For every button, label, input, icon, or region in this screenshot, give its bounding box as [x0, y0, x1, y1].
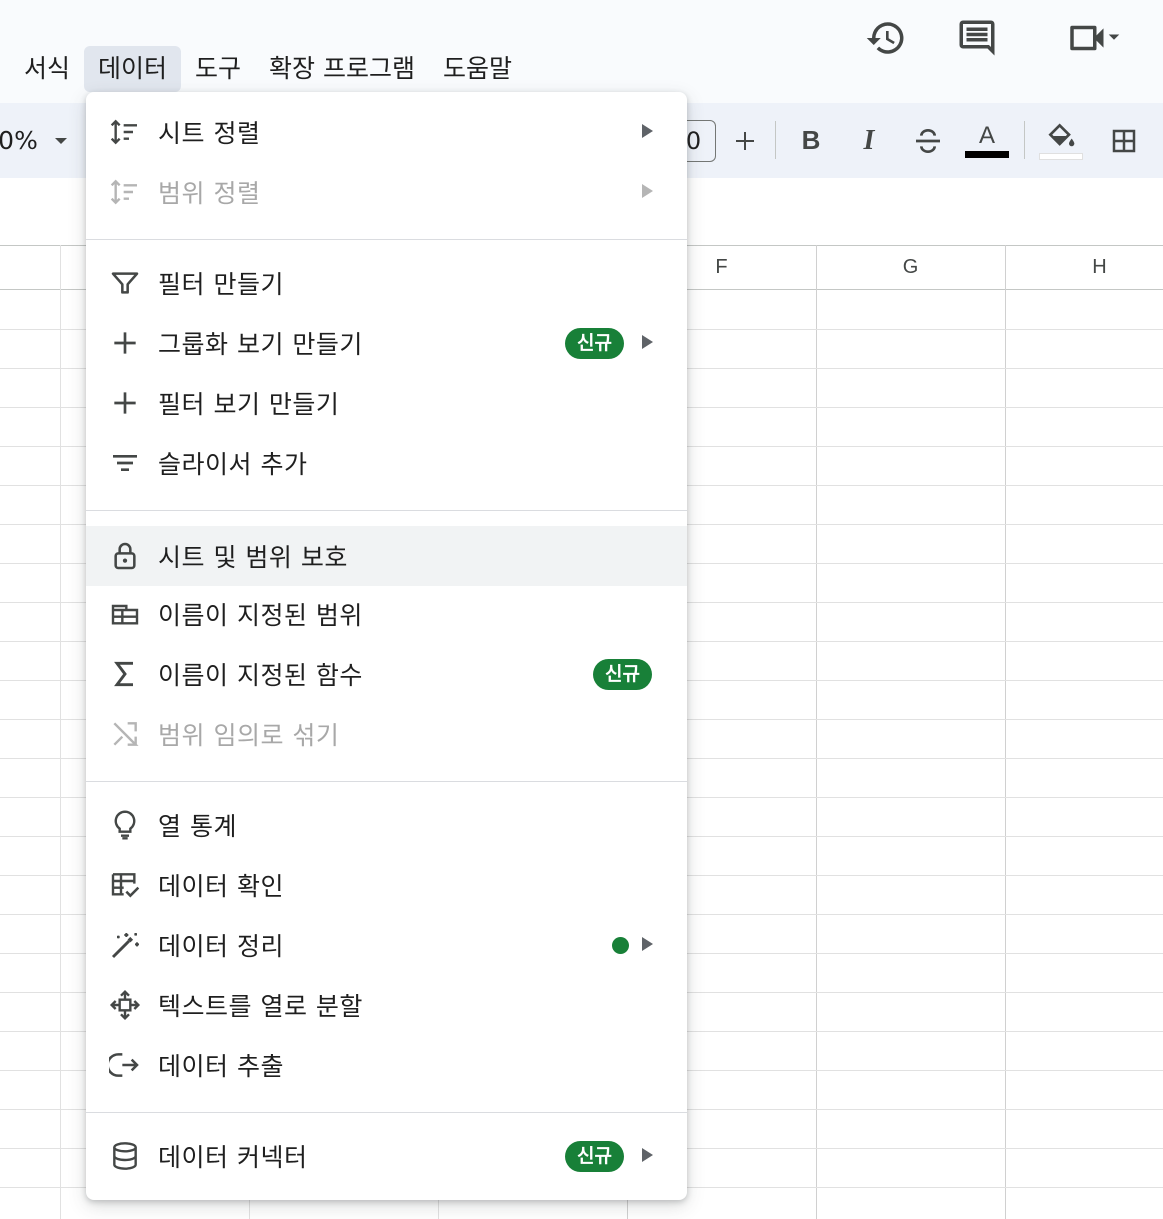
lightbulb-icon [108, 808, 142, 842]
menu-item-sort-range[interactable]: 범위 정렬 [86, 162, 687, 222]
text-color-swatch [965, 151, 1009, 158]
submenu-arrow-icon [642, 937, 653, 951]
bold-icon[interactable]: B [790, 103, 832, 178]
magic-wand-icon [108, 928, 142, 962]
menu-divider [86, 239, 687, 240]
data-menu-dropdown: 시트 정렬 범위 정렬 필터 만들기 그룹화 보기 만들기 신규 필터 보기 만… [86, 92, 687, 1200]
extract-icon [108, 1048, 142, 1082]
plus-icon [108, 386, 142, 420]
text-color-letter: A [978, 122, 995, 149]
borders-icon[interactable] [1102, 103, 1146, 178]
slicer-icon [108, 446, 142, 480]
menu-divider [86, 781, 687, 782]
zoom-value[interactable]: 0% [0, 103, 38, 178]
menu-tools[interactable]: 도구 [181, 46, 255, 92]
toolbar-divider [775, 121, 776, 159]
text-color-icon[interactable]: A [963, 103, 1011, 178]
version-history-icon[interactable] [862, 14, 910, 62]
menu-item-label: 슬라이서 추가 [158, 450, 308, 479]
fill-color-swatch [1039, 153, 1083, 160]
submenu-arrow-icon [642, 184, 653, 198]
sigma-icon [108, 657, 142, 691]
column-label-h: H [1092, 256, 1107, 278]
data-validation-icon [108, 868, 142, 902]
new-badge: 신규 [565, 1141, 624, 1172]
menu-item-split-text[interactable]: 텍스트를 열로 분할 [86, 975, 687, 1035]
split-icon [108, 988, 142, 1022]
menu-item-data-cleanup[interactable]: 데이터 정리 [86, 915, 687, 975]
zoom-dropdown-icon[interactable] [48, 103, 74, 178]
lock-icon [108, 539, 142, 573]
menu-format[interactable]: 서식 [10, 46, 84, 92]
menu-item-label: 이름이 지정된 함수 [158, 661, 363, 690]
menu-item-label: 범위 임의로 섞기 [158, 721, 340, 750]
menu-item-protect-sheets[interactable]: 시트 및 범위 보호 [86, 526, 687, 586]
column-header-g[interactable]: G [816, 245, 1005, 290]
submenu-arrow-icon [642, 124, 653, 138]
menu-item-label: 그룹화 보기 만들기 [158, 330, 363, 359]
sort-range-icon [108, 175, 142, 209]
menu-item-label: 시트 정렬 [158, 119, 261, 148]
fill-color-icon[interactable] [1037, 103, 1085, 178]
filter-icon [108, 266, 142, 300]
app-header: 서식 데이터 도구 확장 프로그램 도움말 [0, 0, 1163, 103]
shuffle-icon [108, 717, 142, 751]
menu-item-create-group-view[interactable]: 그룹화 보기 만들기 신규 [86, 313, 687, 373]
menu-item-label: 텍스트를 열로 분할 [158, 992, 363, 1021]
comment-icon[interactable] [953, 14, 1001, 62]
menu-bar: 서식 데이터 도구 확장 프로그램 도움말 [10, 46, 526, 92]
new-badge: 신규 [565, 328, 624, 359]
column-label-f: F [715, 256, 728, 278]
menu-item-label: 시트 및 범위 보호 [158, 543, 348, 572]
strikethrough-icon[interactable] [906, 103, 950, 178]
menu-help[interactable]: 도움말 [429, 46, 526, 92]
menu-item-label: 데이터 정리 [158, 932, 284, 961]
menu-item-label: 필터 만들기 [158, 270, 284, 299]
new-badge: 신규 [593, 659, 652, 690]
menu-extensions[interactable]: 확장 프로그램 [255, 46, 429, 92]
meet-video-icon[interactable] [1053, 14, 1133, 62]
menu-item-data-extract[interactable]: 데이터 추출 [86, 1035, 687, 1095]
plus-icon[interactable] [726, 103, 764, 178]
menu-divider [86, 1112, 687, 1113]
menu-item-create-filter[interactable]: 필터 만들기 [86, 253, 687, 313]
menu-item-randomize-range[interactable]: 범위 임의로 섞기 [86, 704, 687, 764]
menu-item-sort-sheet[interactable]: 시트 정렬 [86, 102, 687, 162]
menu-item-label: 이름이 지정된 범위 [158, 601, 363, 630]
menu-item-named-functions[interactable]: 이름이 지정된 함수 신규 [86, 644, 687, 704]
menu-item-label: 데이터 확인 [158, 872, 284, 901]
menu-item-data-connectors[interactable]: 데이터 커넥터 신규 [86, 1126, 687, 1186]
named-range-icon [108, 597, 142, 631]
plus-icon [108, 326, 142, 360]
column-label-g: G [902, 256, 919, 278]
menu-item-add-slicer[interactable]: 슬라이서 추가 [86, 433, 687, 493]
status-dot [612, 937, 629, 954]
column-gridline [1005, 245, 1006, 1219]
menu-item-label: 열 통계 [158, 812, 237, 841]
menu-divider [86, 510, 687, 511]
sort-icon [108, 115, 142, 149]
column-gridline [60, 245, 61, 1219]
column-header-h[interactable]: H [1005, 245, 1163, 290]
menu-item-create-filter-view[interactable]: 필터 보기 만들기 [86, 373, 687, 433]
menu-item-label: 데이터 추출 [158, 1052, 284, 1081]
italic-icon[interactable]: I [848, 103, 890, 178]
menu-item-label: 데이터 커넥터 [158, 1143, 308, 1172]
menu-data[interactable]: 데이터 [84, 46, 182, 92]
menu-item-label: 범위 정렬 [158, 179, 261, 208]
submenu-arrow-icon [642, 1148, 653, 1162]
toolbar-divider [1024, 121, 1025, 159]
column-gridline [816, 245, 817, 1219]
menu-item-data-validation[interactable]: 데이터 확인 [86, 855, 687, 915]
submenu-arrow-icon [642, 335, 653, 349]
menu-item-named-ranges[interactable]: 이름이 지정된 범위 [86, 584, 687, 644]
menu-item-column-stats[interactable]: 열 통계 [86, 795, 687, 855]
menu-item-label: 필터 보기 만들기 [158, 390, 340, 419]
database-icon [108, 1139, 142, 1173]
